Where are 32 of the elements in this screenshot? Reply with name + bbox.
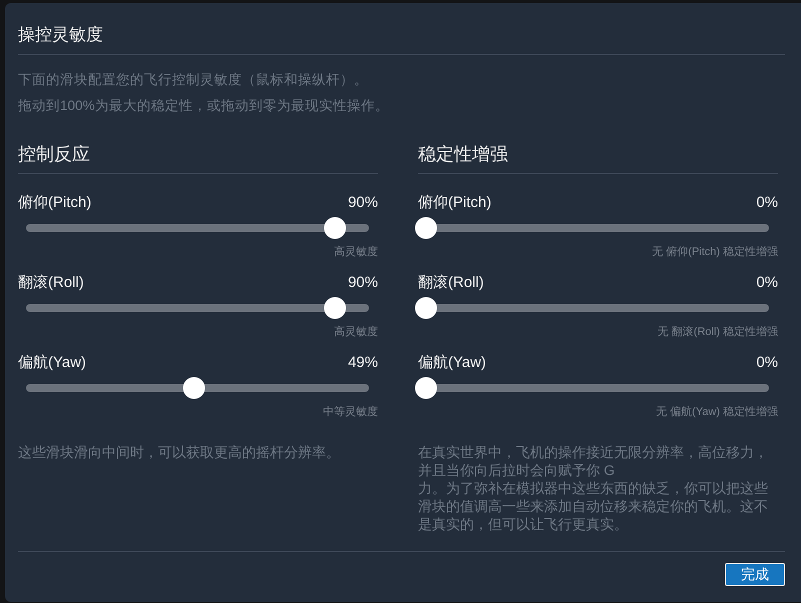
slider-thumb[interactable] — [183, 377, 206, 399]
slider-value: 0% — [756, 353, 778, 373]
slider-value: 0% — [756, 193, 778, 213]
slider-value: 0% — [756, 273, 778, 293]
slider-thumb[interactable] — [324, 297, 346, 319]
slider-caption: 无 翻滚(Roll) 稳定性增强 — [658, 325, 778, 339]
slider-thumb[interactable] — [415, 377, 437, 399]
description-text: 拖动到100%为最大的稳定性，或拖动到零为最现实性操作。 — [18, 97, 390, 115]
section-heading: 稳定性增强 — [418, 143, 509, 166]
slider-thumb[interactable] — [415, 297, 437, 319]
slider-caption: 高灵敏度 — [334, 325, 378, 339]
slider-caption: 无 俯仰(Pitch) 稳定性增强 — [652, 245, 778, 259]
slider-label: 偏航(Yaw) — [418, 353, 486, 373]
slider-label: 俯仰(Pitch) — [18, 193, 92, 213]
section-heading: 控制反应 — [18, 143, 91, 166]
slider-caption: 无 偏航(Yaw) 稳定性增强 — [656, 405, 778, 419]
slider-label: 偏航(Yaw) — [18, 353, 86, 373]
slider-caption: 高灵敏度 — [334, 245, 378, 259]
slider-label: 翻滚(Roll) — [18, 273, 84, 293]
description-text: 下面的滑块配置您的飞行控制灵敏度（鼠标和操纵杆）。 — [18, 71, 369, 89]
slider-caption: 中等灵敏度 — [323, 405, 378, 419]
dialog-title: 操控灵敏度 — [18, 24, 104, 46]
slider-label: 俯仰(Pitch) — [418, 193, 492, 213]
slider-value: 90% — [348, 193, 378, 213]
note-text: 这些滑块滑向中间时，可以获取更高的摇杆分辨率。 — [18, 443, 341, 461]
slider-thumb[interactable] — [415, 217, 437, 239]
done-button[interactable]: 完成 — [725, 563, 785, 586]
slider-label: 翻滚(Roll) — [418, 273, 484, 293]
slider-value: 49% — [348, 353, 378, 373]
slider-thumb[interactable] — [324, 217, 346, 239]
slider-value: 90% — [348, 273, 378, 293]
note-text: 在真实世界中，飞机的操作接近无限分辨率，高位移力，并且当你向后拉时会向赋予你 G 力。为了弥补在模拟器中这些东西的缺乏，你可以把这些滑块的值调高一些来添加自动位移来稳定你的飞机。这不是真实的，但可以让飞行更真实。 — [418, 443, 769, 533]
